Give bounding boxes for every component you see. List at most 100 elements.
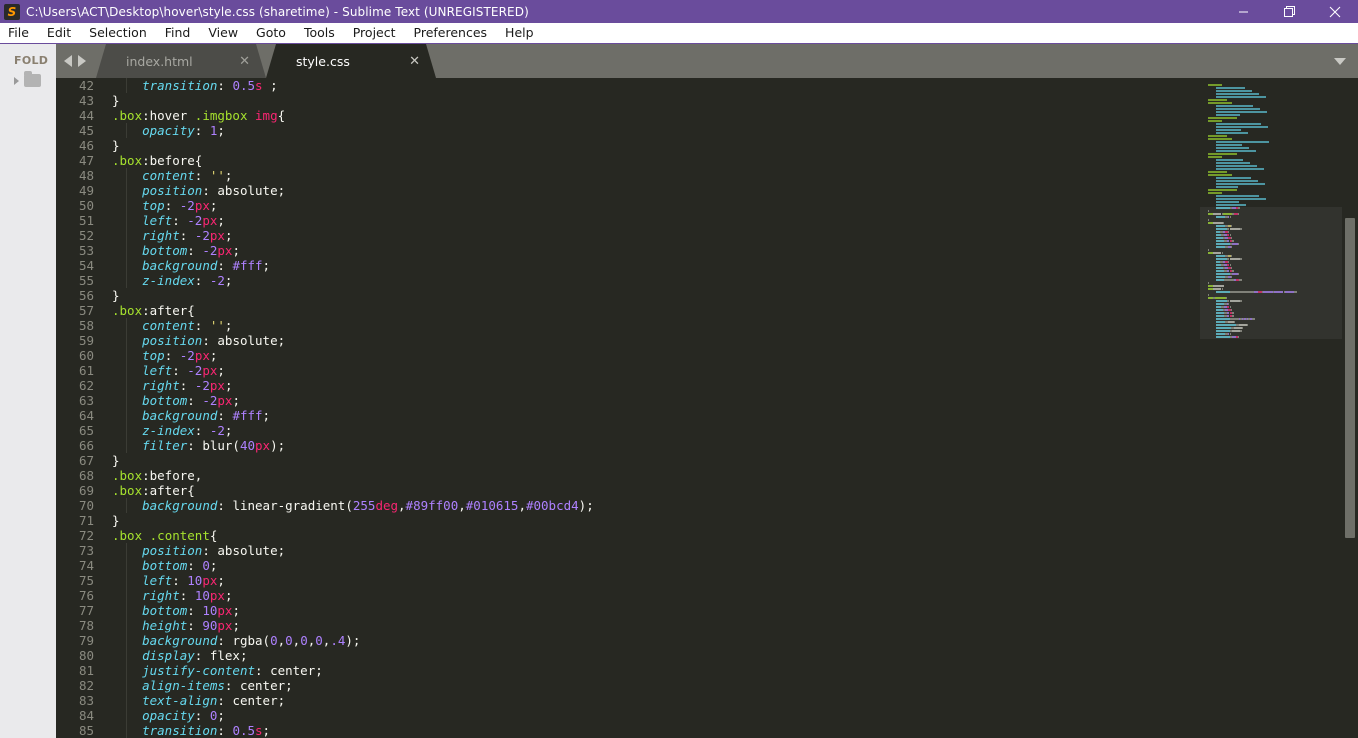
menu-item-find[interactable]: Find [156,23,200,43]
code-line[interactable]: 74 bottom: 0; [56,558,1200,573]
code-line[interactable]: 78 height: 90px; [56,618,1200,633]
menu-item-preferences[interactable]: Preferences [405,23,497,43]
code-line[interactable]: 70 background: linear-gradient(255deg,#8… [56,498,1200,513]
code-line[interactable]: 63 bottom: -2px; [56,393,1200,408]
code-line[interactable]: 46} [56,138,1200,153]
code-line[interactable]: 52 right: -2px; [56,228,1200,243]
menu-item-file[interactable]: File [0,23,38,43]
code-line[interactable]: 48 content: ''; [56,168,1200,183]
code-line[interactable]: 84 opacity: 0; [56,708,1200,723]
line-number: 73 [78,543,94,558]
chevron-right-icon[interactable] [14,76,19,85]
code-line[interactable]: 60 top: -2px; [56,348,1200,363]
code-line[interactable]: 45 opacity: 1; [56,123,1200,138]
code-line[interactable]: 79 background: rgba(0,0,0,0,.4); [56,633,1200,648]
code-line[interactable]: 50 top: -2px; [56,198,1200,213]
token-punc: ; [285,678,293,693]
code-line[interactable]: 51 left: -2px; [56,213,1200,228]
code-line[interactable]: 47 .box:before{ [56,153,1200,168]
line-number: 45 [78,123,94,138]
tab-dropdown-button[interactable] [1334,44,1346,78]
token-num: 0 [315,633,323,648]
minimap[interactable] [1200,78,1342,738]
arrow-left-icon[interactable] [64,55,72,67]
close-button[interactable] [1312,0,1358,23]
code-line[interactable]: 68 .box:before, [56,468,1200,483]
line-number: 58 [78,318,94,333]
code-text: } [112,453,120,468]
code-line[interactable]: 73 position: absolute; [56,543,1200,558]
code-line[interactable]: 81 justify-content: center; [56,663,1200,678]
token-str: '' [209,318,225,333]
line-number: 82 [78,678,94,693]
token-punc: ; [239,648,248,663]
code-line[interactable]: 53 bottom: -2px; [56,243,1200,258]
minimap-line [1216,108,1260,110]
minimap-viewport[interactable] [1200,207,1342,339]
code-line[interactable]: 66 filter: blur(40px); [56,438,1200,453]
code-view[interactable]: 42 transition: 0.5s ; 43} 44 .box:hover .im… [56,78,1200,738]
token-num: 10 [194,588,210,603]
arrow-right-icon[interactable] [78,55,86,67]
code-line[interactable]: 65 z-index: -2; [56,423,1200,438]
code-line[interactable]: 49 position: absolute; [56,183,1200,198]
code-line[interactable]: 83 text-align: center; [56,693,1200,708]
token-punc: : [187,393,203,408]
sidebar-folder-row[interactable] [0,67,56,87]
editor-area[interactable]: 42 transition: 0.5s ; 43} 44 .box:hover .im… [56,78,1358,738]
code-line[interactable]: 64 background: #fff; [56,408,1200,423]
code-line[interactable]: 75 left: 10px; [56,573,1200,588]
code-line[interactable]: 42 transition: 0.5s ; [56,78,1200,93]
code-line[interactable]: 72 .box .content{ [56,528,1200,543]
scrollbar-thumb[interactable] [1345,218,1355,538]
token-punc: : [179,228,195,243]
code-line[interactable]: 54 background: #fff; [56,258,1200,273]
code-line[interactable]: 71} [56,513,1200,528]
close-icon[interactable]: ✕ [385,55,420,68]
maximize-button[interactable] [1266,0,1312,23]
minimize-button[interactable] [1220,0,1266,23]
code-line[interactable]: 76 right: 10px; [56,588,1200,603]
code-line[interactable]: 80 display: flex; [56,648,1200,663]
menu-item-tools[interactable]: Tools [295,23,344,43]
code-line[interactable]: 56} [56,288,1200,303]
token-punc: ; [224,273,233,288]
menu-item-selection[interactable]: Selection [80,23,156,43]
token-prop: right [142,378,180,393]
line-number: 62 [78,378,94,393]
code-text: text-align: center; [112,693,285,708]
code-line[interactable]: 58 content: ''; [56,318,1200,333]
minimap-line [1216,132,1248,134]
code-line[interactable]: 82 align-items: center; [56,678,1200,693]
menu-item-help[interactable]: Help [496,23,543,43]
token-num: 255 [352,498,376,513]
code-line[interactable]: 55 z-index: -2; [56,273,1200,288]
chevron-down-icon [1334,57,1346,65]
minimap-line [1208,174,1232,176]
menu-item-view[interactable]: View [199,23,247,43]
vertical-scrollbar[interactable] [1342,78,1358,738]
code-line[interactable]: 61 left: -2px; [56,363,1200,378]
token-fn: , [277,633,286,648]
code-line[interactable]: 85 transition: 0.5s; [56,723,1200,738]
tab-style-css[interactable]: style.css ✕ [266,44,436,78]
code-line[interactable]: 69 .box:after{ [56,483,1200,498]
close-icon[interactable]: ✕ [215,55,250,68]
line-number: 57 [78,303,94,318]
menu-item-project[interactable]: Project [344,23,405,43]
menu-item-edit[interactable]: Edit [38,23,80,43]
menu-item-goto[interactable]: Goto [247,23,295,43]
code-line[interactable]: 77 bottom: 10px; [56,603,1200,618]
minimap-line [1208,171,1227,173]
code-line[interactable]: 67} [56,453,1200,468]
code-line[interactable]: 59 position: absolute; [56,333,1200,348]
code-line[interactable]: 62 right: -2px; [56,378,1200,393]
code-line[interactable]: 57 .box:after{ [56,303,1200,318]
minimap-line [1216,105,1253,107]
tab-label: index.html [126,53,193,69]
tab-index-html[interactable]: index.html ✕ [96,44,266,78]
code-line[interactable]: 44 .box:hover .imgbox img{ [56,108,1200,123]
code-line[interactable]: 43} [56,93,1200,108]
token-punc: ; [224,318,233,333]
token-unit: px [194,198,210,213]
